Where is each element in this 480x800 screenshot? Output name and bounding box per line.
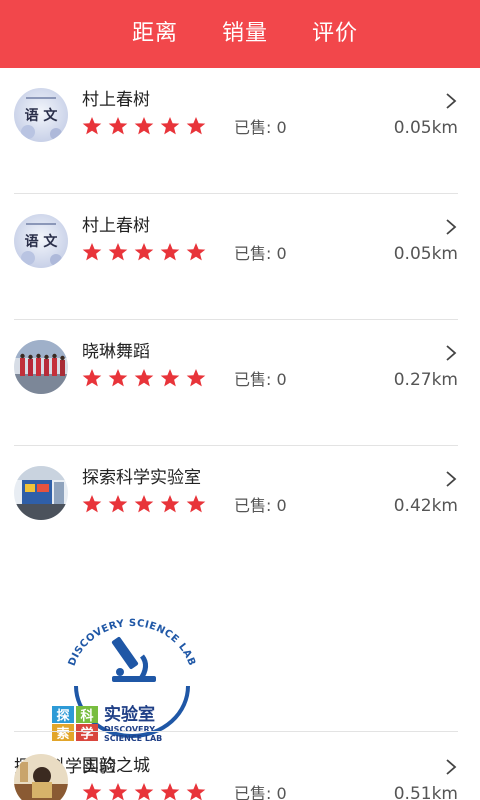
star-icon xyxy=(160,369,180,387)
store-avatar: 语 文 xyxy=(14,214,68,268)
star-icon xyxy=(108,117,128,135)
star-icon xyxy=(82,495,102,513)
chevron-right-icon xyxy=(446,93,457,109)
store-item[interactable]: 语 文 村上春树 已售: 0 0.05km xyxy=(0,68,480,194)
star-icon xyxy=(82,369,102,387)
avatar-label: 语 文 xyxy=(24,108,58,124)
logo-cn-title: 实验室 xyxy=(104,704,155,725)
star-icon xyxy=(108,783,128,800)
sold-count: 已售: 0 xyxy=(234,244,287,263)
store-item[interactable]: 语 文 村上春树 已售: 0 0.05km xyxy=(0,194,480,320)
store-name: 村上春树 xyxy=(82,216,150,236)
star-icon xyxy=(186,783,206,800)
star-icon xyxy=(134,243,154,261)
logo-cn-char: 科 xyxy=(80,708,93,724)
star-icon xyxy=(134,783,154,800)
store-avatar xyxy=(14,466,68,520)
star-icon xyxy=(134,117,154,135)
store-distance: 0.05km xyxy=(393,118,458,138)
chevron-right-icon xyxy=(446,759,457,775)
store-distance: 0.05km xyxy=(393,244,458,264)
store-distance: 0.42km xyxy=(393,496,458,516)
tab-sales[interactable]: 销量 xyxy=(200,0,290,68)
tab-distance[interactable]: 距离 xyxy=(110,0,200,68)
store-name: 晓琳舞蹈 xyxy=(82,342,150,362)
sold-count: 已售: 0 xyxy=(234,118,287,137)
store-avatar: 语 文 xyxy=(14,88,68,142)
store-item[interactable]: 国韵之城 已售: 0 0.51km xyxy=(0,732,480,800)
star-icon xyxy=(160,117,180,135)
store-name: 国韵之城 xyxy=(82,756,150,776)
store-item[interactable]: 探索科学实验室 已售: 0 0.42km DISCOVERY SCIENCE L… xyxy=(0,446,480,777)
star-icon xyxy=(108,369,128,387)
star-icon xyxy=(134,495,154,513)
star-icon xyxy=(160,243,180,261)
star-icon xyxy=(160,495,180,513)
avatar-label: 语 文 xyxy=(24,234,58,250)
store-distance: 0.27km xyxy=(393,370,458,390)
rating-stars xyxy=(82,116,206,136)
star-icon xyxy=(134,369,154,387)
chevron-right-icon xyxy=(446,345,457,361)
star-icon xyxy=(186,117,206,135)
store-name: 村上春树 xyxy=(82,90,150,110)
rating-stars xyxy=(82,368,206,388)
star-icon xyxy=(82,783,102,800)
sold-count: 已售: 0 xyxy=(234,370,287,389)
star-icon xyxy=(186,495,206,513)
rating-stars xyxy=(82,494,206,514)
store-distance: 0.51km xyxy=(393,784,458,800)
star-icon xyxy=(160,783,180,800)
star-icon xyxy=(186,243,206,261)
logo-cn-char: 探 xyxy=(56,708,69,724)
store-avatar xyxy=(14,340,68,394)
tab-rating[interactable]: 评价 xyxy=(290,0,380,68)
star-icon xyxy=(82,117,102,135)
rating-stars xyxy=(82,782,206,800)
store-item[interactable]: 晓琳舞蹈 已售: 0 0.27km xyxy=(0,320,480,446)
sort-tab-bar: 距离 销量 评价 xyxy=(0,0,480,68)
sold-count: 已售: 0 xyxy=(234,496,287,515)
star-icon xyxy=(108,243,128,261)
chevron-right-icon xyxy=(446,471,457,487)
rating-stars xyxy=(82,242,206,262)
star-icon xyxy=(108,495,128,513)
discovery-science-lab-logo: DISCOVERY SCIENCE LAB 探 科 索 学 实验室 DISCOV… xyxy=(52,618,197,742)
chevron-right-icon xyxy=(446,219,457,235)
store-name: 探索科学实验室 xyxy=(82,468,201,488)
star-icon xyxy=(82,243,102,261)
star-icon xyxy=(186,369,206,387)
sold-count: 已售: 0 xyxy=(234,784,287,800)
store-avatar xyxy=(14,754,68,800)
